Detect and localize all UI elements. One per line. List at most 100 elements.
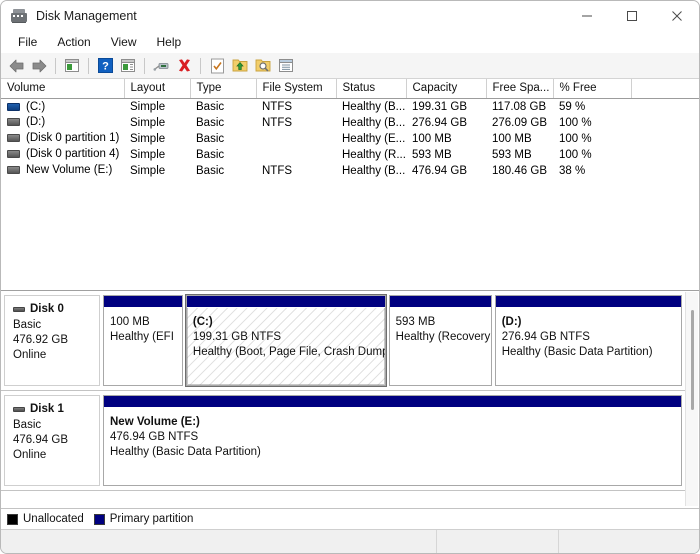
extend-volume-button[interactable]	[229, 55, 251, 77]
table-row[interactable]: (D:) Simple Basic NTFS Healthy (B... 276…	[1, 115, 699, 131]
partition-disk0-efi[interactable]: 100 MB Healthy (EFI	[103, 295, 183, 386]
table-row[interactable]: New Volume (E:) Simple Basic NTFS Health…	[1, 163, 699, 179]
back-button[interactable]	[5, 55, 27, 77]
legend-entry-primary-partition: Primary partition	[93, 513, 193, 525]
partition-color-bar	[104, 396, 681, 408]
volume-list-pane[interactable]: Volume Layout Type File System Status Ca…	[1, 79, 699, 291]
disk-name: Disk 1	[30, 403, 64, 415]
toolbar-separator	[144, 57, 145, 74]
show-hide-console-tree-button[interactable]	[117, 55, 139, 77]
cell-free-space: 276.09 GB	[492, 116, 547, 129]
forward-button[interactable]	[28, 55, 50, 77]
disk-pane-scroll-thumb[interactable]	[691, 310, 694, 410]
menu-item-view[interactable]: View	[102, 33, 146, 51]
disk-scroll-area: Disk 0 Basic 476.92 GB Online 100 MB Hea…	[1, 291, 685, 507]
show-hide-console-tree-icon	[121, 59, 135, 72]
all-tasks-button[interactable]	[275, 55, 297, 77]
cell-file-system: NTFS	[262, 164, 293, 177]
disk-info-1[interactable]: Disk 1 Basic 476.94 GB Online	[4, 395, 100, 486]
column-header-free-space[interactable]: Free Spa...	[486, 79, 554, 99]
delete-volume-button[interactable]	[173, 55, 195, 77]
column-header-percent-free[interactable]: % Free	[553, 79, 632, 99]
disk-management-icon	[11, 8, 27, 24]
column-header-filler	[631, 79, 699, 99]
cell-type: Basic	[196, 148, 225, 161]
partition-size-fs: 276.94 GB NTFS	[501, 331, 590, 343]
search-volume-icon	[255, 59, 271, 72]
minimize-button[interactable]	[564, 1, 609, 31]
disk-type: Basic	[13, 319, 42, 331]
window-controls	[564, 1, 699, 31]
partition-status: Healthy (EFI	[110, 331, 174, 343]
cell-free-space: 117.08 GB	[492, 100, 547, 113]
partition-disk1-e[interactable]: New Volume (E:) 476.94 GB NTFS Healthy (…	[103, 395, 682, 486]
column-header-capacity[interactable]: Capacity	[406, 79, 487, 99]
partition-details: (C:) 199.31 GB NTFS Healthy (Boot, Page …	[186, 308, 385, 385]
disk-title-1: Disk 1	[13, 402, 99, 417]
column-header-type[interactable]: Type	[190, 79, 257, 99]
column-header-volume[interactable]: Volume	[1, 79, 125, 99]
up-one-level-button[interactable]	[61, 55, 83, 77]
cell-filler	[631, 115, 699, 131]
disk-management-window: Disk Management File Action View Help ? …	[0, 0, 700, 554]
cell-status: Healthy (B...	[342, 100, 406, 113]
volume-table-header-row: Volume Layout Type File System Status Ca…	[1, 79, 699, 99]
disk-icon	[13, 307, 25, 312]
partition-label: New Volume (E:)	[110, 416, 200, 428]
cell-type: Basic	[196, 116, 225, 129]
column-header-layout[interactable]: Layout	[124, 79, 191, 99]
column-header-status[interactable]: Status	[336, 79, 407, 99]
status-bar	[1, 529, 699, 553]
cell-file-system: NTFS	[262, 116, 293, 129]
primary-partition-swatch	[93, 513, 105, 525]
cell-type: Basic	[196, 132, 225, 145]
toolbar: ?	[1, 53, 699, 79]
cell-capacity: 593 MB	[412, 148, 452, 161]
title-bar-left: Disk Management	[1, 8, 137, 24]
cell-capacity: 276.94 GB	[412, 116, 467, 129]
disk-row-1[interactable]: Disk 1 Basic 476.94 GB Online New Volume…	[1, 391, 685, 491]
search-volume-button[interactable]	[252, 55, 274, 77]
volume-drive-icon	[7, 166, 20, 175]
close-button[interactable]	[654, 1, 699, 31]
disk-pane-scrollbar[interactable]	[685, 292, 698, 506]
help-button[interactable]: ?	[94, 55, 116, 77]
table-row[interactable]: (Disk 0 partition 4) Simple Basic Health…	[1, 147, 699, 163]
minimize-icon	[581, 15, 592, 17]
cell-percent-free: 100 %	[559, 132, 592, 145]
table-row[interactable]: (C:) Simple Basic NTFS Healthy (B... 199…	[1, 99, 699, 115]
column-header-file-system[interactable]: File System	[256, 79, 337, 99]
maximize-button[interactable]	[609, 1, 654, 31]
volume-name: (Disk 0 partition 1)	[26, 132, 120, 145]
properties-button[interactable]	[206, 55, 228, 77]
cell-filler	[631, 163, 699, 179]
extend-volume-icon	[232, 59, 248, 72]
table-row[interactable]: (Disk 0 partition 1) Simple Basic Health…	[1, 131, 699, 147]
cell-percent-free: 59 %	[559, 100, 586, 113]
cell-volume: (Disk 0 partition 1)	[1, 131, 124, 147]
partition-disk0-c[interactable]: (C:) 199.31 GB NTFS Healthy (Boot, Page …	[184, 294, 387, 387]
partition-status: Healthy (Basic Data Partition)	[110, 446, 261, 458]
menu-item-help[interactable]: Help	[148, 33, 191, 51]
disk-info-0[interactable]: Disk 0 Basic 476.92 GB Online	[4, 295, 100, 386]
partition-disk0-recovery[interactable]: 593 MB Healthy (Recovery	[388, 295, 492, 386]
menu-item-file[interactable]: File	[9, 33, 46, 51]
cell-layout: Simple	[130, 164, 166, 177]
cell-filler	[631, 147, 699, 163]
partition-color-bar	[186, 296, 385, 308]
disk-1-partitions: New Volume (E:) 476.94 GB NTFS Healthy (…	[100, 395, 682, 486]
up-one-level-icon	[65, 59, 79, 72]
disk-icon	[13, 407, 25, 412]
partition-details: (D:) 276.94 GB NTFS Healthy (Basic Data …	[496, 308, 681, 385]
cell-volume: (Disk 0 partition 4)	[1, 147, 124, 163]
disk-row-0[interactable]: Disk 0 Basic 476.92 GB Online 100 MB Hea…	[1, 291, 685, 391]
partition-size-fs: 476.94 GB NTFS	[110, 431, 199, 443]
title-bar: Disk Management	[1, 1, 699, 31]
cell-layout: Simple	[130, 132, 166, 145]
rescan-disks-icon	[153, 62, 168, 71]
cell-status: Healthy (B...	[342, 116, 406, 129]
rescan-disks-button[interactable]	[150, 55, 172, 77]
menu-item-action[interactable]: Action	[48, 33, 99, 51]
partition-disk0-d[interactable]: (D:) 276.94 GB NTFS Healthy (Basic Data …	[494, 295, 682, 386]
cell-layout: Simple	[130, 100, 166, 113]
